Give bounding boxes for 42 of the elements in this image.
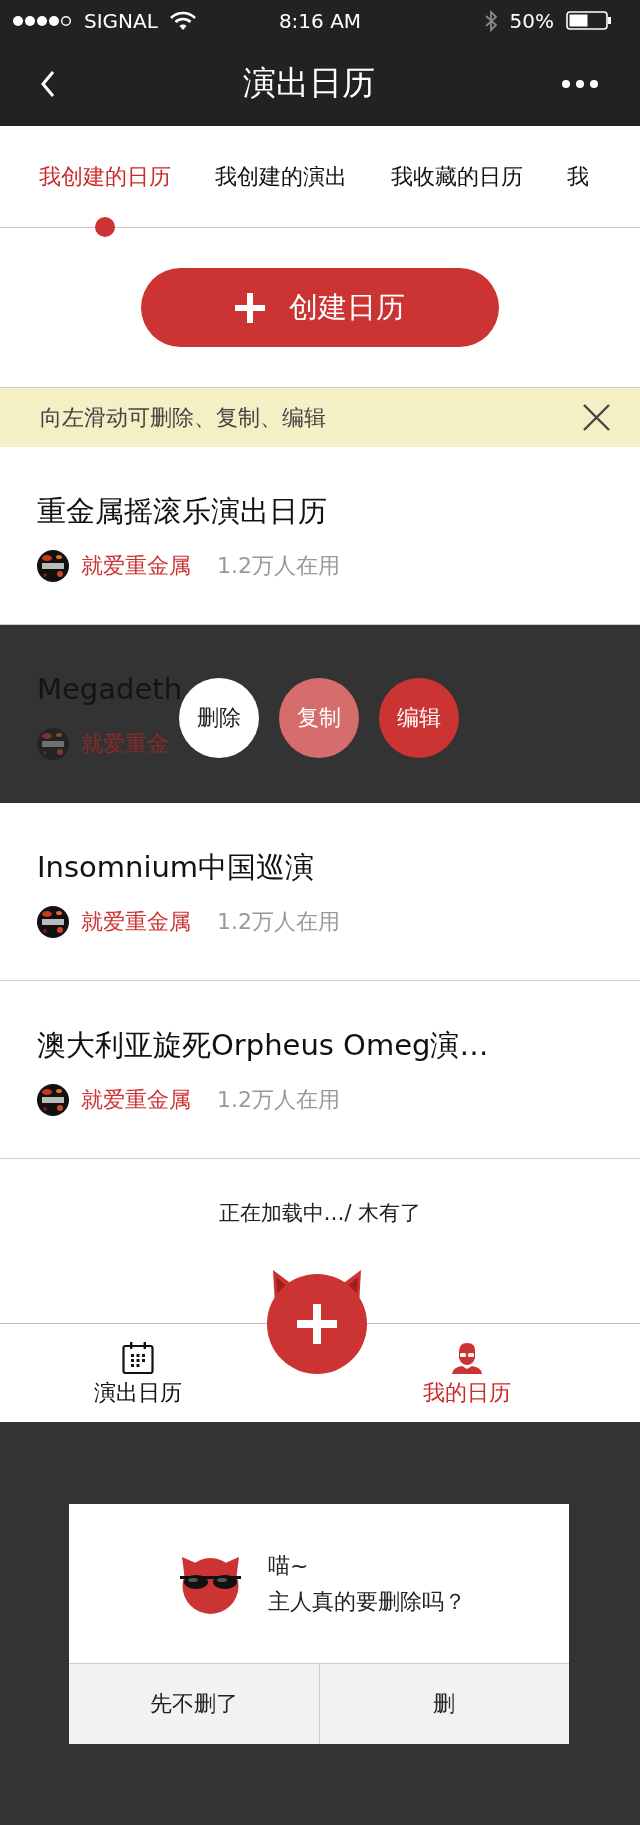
dialog-button[interactable]: 先不删了 (69, 1664, 319, 1744)
dialog-button[interactable]: 删 (318, 1664, 569, 1744)
bluetooth-icon (483, 9, 498, 32)
tab[interactable]: 我 (567, 162, 589, 237)
calendar-row[interactable]: Insomnium中国巡演 就爱重金属 1.2万人在用 (0, 803, 640, 981)
tab[interactable]: 我创建的演出 (215, 162, 347, 237)
back-icon[interactable] (41, 69, 56, 98)
calendar-title: Insomnium中国巡演 (37, 849, 316, 886)
signal-icon (13, 14, 72, 27)
battery-percent: 50% (509, 8, 554, 33)
dialog-message: 主人真的要删除吗？ (268, 1587, 466, 1616)
add-button[interactable] (267, 1268, 367, 1374)
more-icon[interactable] (562, 79, 598, 88)
close-icon[interactable] (582, 403, 611, 432)
tab[interactable]: 我创建的日历 (39, 162, 171, 237)
author-name[interactable]: 就爱重金属 (81, 551, 191, 581)
battery-icon (566, 11, 612, 30)
calendar-row[interactable]: 重金属摇滚乐演出日历 就爱重金属 1.2万人在用 (0, 447, 640, 625)
delete-button[interactable]: 删除 (179, 678, 259, 758)
calendar-title: 澳大利亚旋死Orpheus Omeg演… (37, 1027, 490, 1064)
tab[interactable]: 我收藏的日历 (391, 162, 523, 237)
edit-button[interactable]: 编辑 (379, 678, 459, 758)
user-count: 1.2万人在用 (217, 552, 340, 580)
create-calendar-button[interactable]: 创建日历 (141, 268, 499, 347)
user-count: 1.2万人在用 (217, 908, 340, 936)
page-title: 演出日历 (243, 62, 375, 104)
calendar-row[interactable]: 澳大利亚旋死Orpheus Omeg演… 就爱重金属 1.2万人在用 (0, 981, 640, 1159)
tip-text: 向左滑动可删除、复制、编辑 (40, 403, 326, 432)
carrier-name: SIGNAL (84, 8, 158, 33)
person-icon (451, 1342, 483, 1374)
author-name[interactable]: 就爱重金属 (81, 1085, 191, 1115)
bottom-tab[interactable]: 我的日历 (423, 1324, 511, 1420)
author-name[interactable]: 就爱重金属 (81, 907, 191, 937)
plus-icon (235, 292, 265, 323)
wifi-icon (169, 11, 196, 30)
status-time: 8:16 AM (277, 8, 363, 33)
bottom-tab[interactable]: 演出日历 (94, 1324, 182, 1420)
calendar-icon (122, 1342, 154, 1374)
calendar-title: 重金属摇滚乐演出日历 (37, 493, 328, 530)
load-status: 正在加载中…/ 木有了 (218, 1201, 422, 1225)
user-count: 1.2万人在用 (217, 1086, 340, 1114)
dialog-title: 喵~ (268, 1551, 310, 1580)
